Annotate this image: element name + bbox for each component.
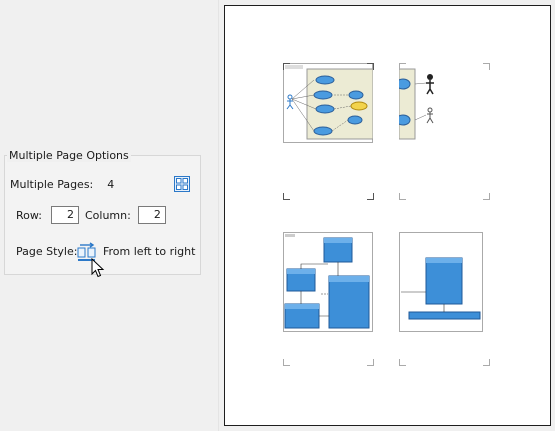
crop-mark: [399, 193, 406, 200]
print-preview-page: [224, 5, 551, 426]
preview-tile-3: [283, 232, 373, 332]
crop-mark: [399, 63, 406, 70]
crop-mark: [367, 63, 374, 70]
column-input[interactable]: 2: [137, 206, 166, 224]
crop-mark: [399, 359, 406, 366]
crop-mark: [367, 193, 374, 200]
crop-mark: [483, 359, 490, 366]
group-title: Multiple Page Options: [7, 149, 131, 162]
mouse-cursor-icon: [91, 257, 105, 278]
crop-mark: [283, 359, 290, 366]
crop-mark: [283, 193, 290, 200]
row-input[interactable]: 2: [50, 206, 79, 224]
preview-tile-4: [399, 232, 483, 332]
page-style-row: Page Style:: [16, 245, 77, 258]
crop-mark: [367, 359, 374, 366]
multiple-pages-row: Multiple Pages: 4: [10, 178, 114, 191]
crop-mark: [483, 63, 490, 70]
preview-tile-1: [283, 63, 373, 143]
multiple-pages-label: Multiple Pages:: [10, 178, 94, 191]
preview-tile-2: [399, 63, 443, 143]
page-style-value: From left to right: [103, 245, 196, 258]
crop-mark: [283, 63, 290, 70]
row-label: Row:: [16, 208, 42, 222]
multiple-pages-value: 4: [107, 178, 115, 191]
page-layout-grid-icon[interactable]: [174, 176, 190, 192]
row-column-row: Row: 2 Column: 2: [16, 206, 166, 224]
page-style-value-row: From left to right: [103, 245, 195, 258]
panel-divider: [218, 0, 219, 431]
page-style-label: Page Style:: [16, 245, 78, 258]
column-label: Column:: [84, 208, 131, 222]
crop-mark: [483, 193, 490, 200]
